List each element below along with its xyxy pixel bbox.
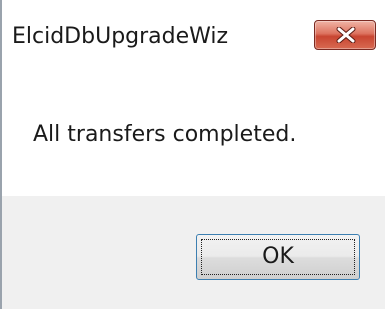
ok-button-label: OK bbox=[262, 244, 294, 269]
title-bar[interactable]: ElcidDbUpgradeWiz bbox=[2, 0, 385, 78]
close-button[interactable] bbox=[314, 20, 376, 50]
message-box-window: ElcidDbUpgradeWiz All transfers complete… bbox=[0, 0, 385, 309]
close-icon bbox=[336, 27, 356, 43]
ok-button[interactable]: OK bbox=[196, 234, 360, 280]
message-text: All transfers completed. bbox=[33, 122, 297, 147]
message-area: All transfers completed. bbox=[2, 78, 385, 196]
button-area: OK bbox=[2, 196, 385, 309]
window-title: ElcidDbUpgradeWiz bbox=[12, 24, 229, 49]
